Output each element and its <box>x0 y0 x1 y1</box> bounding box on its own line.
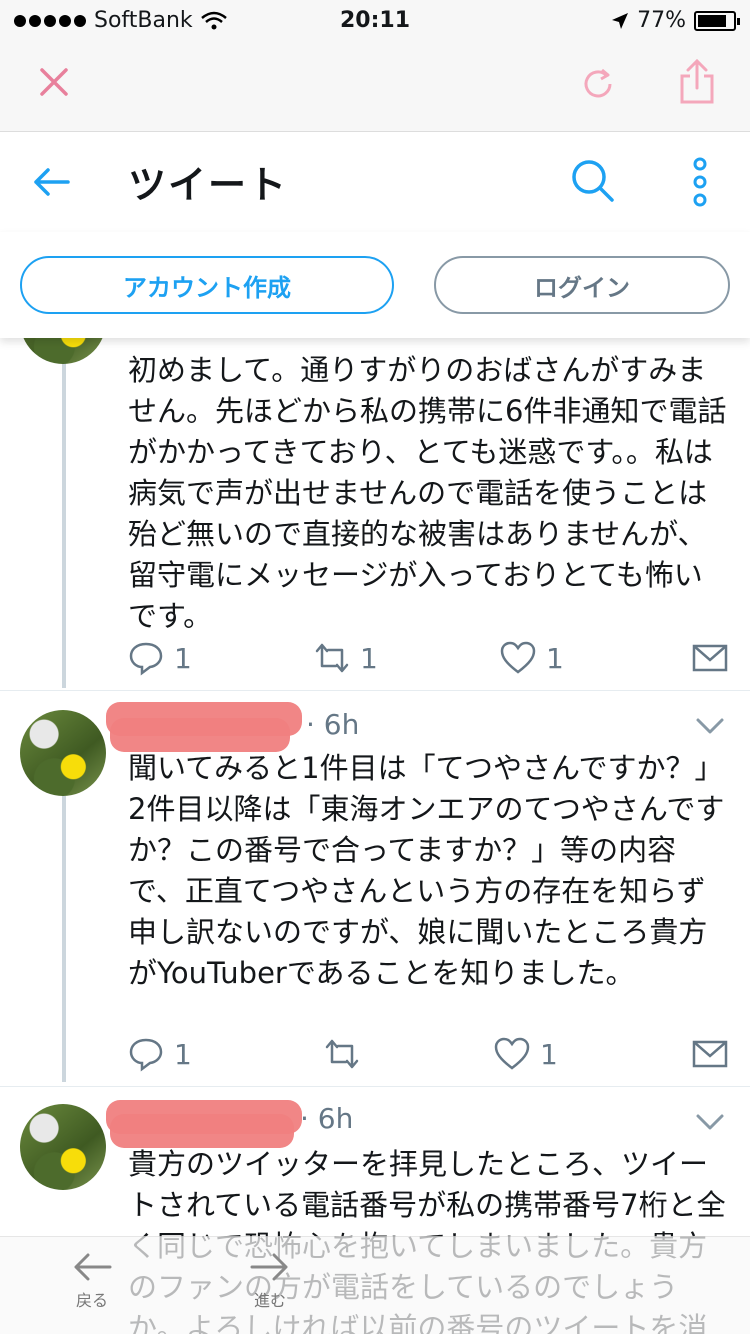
reload-icon[interactable] <box>576 62 620 106</box>
avatar[interactable] <box>20 710 106 796</box>
redacted-username <box>110 718 290 752</box>
auth-bar: アカウント作成 ログイン <box>0 232 750 338</box>
forward-arrow-icon <box>250 1253 288 1281</box>
like-button[interactable]: 1 <box>500 640 564 676</box>
battery-icon <box>694 10 740 31</box>
heart-icon <box>500 641 536 674</box>
like-count: 1 <box>540 1037 558 1071</box>
tweet-time: · 6h <box>306 708 360 741</box>
battery-fill <box>698 14 726 27</box>
reply-button[interactable]: 1 <box>128 1036 192 1072</box>
avatar[interactable] <box>20 1104 106 1190</box>
like-button[interactable]: 1 <box>494 1036 558 1072</box>
location-arrow-icon <box>612 12 629 29</box>
retweet-button[interactable]: 1 <box>314 640 378 676</box>
thread-line <box>62 338 66 688</box>
mail-icon <box>692 1040 728 1068</box>
tweet-text: 聞いてみると1件目は「てつやさんですか？」2件目以降は「東海オンエアのてつやさん… <box>128 751 725 990</box>
reply-count: 1 <box>174 641 192 675</box>
toolbar-back-label: 戻る <box>75 1291 108 1310</box>
heart-icon <box>494 1037 530 1070</box>
divider <box>0 690 750 691</box>
mail-icon <box>692 644 728 672</box>
battery-percent: 77% <box>637 8 686 33</box>
browser-bar <box>0 40 750 132</box>
toolbar-forward-button[interactable]: 進む <box>248 1247 292 1311</box>
page-title: ツイート <box>128 163 289 207</box>
reply-icon <box>129 1038 163 1072</box>
status-bar: SoftBank 20:11 77% <box>0 0 750 40</box>
reply-button[interactable]: 1 <box>128 640 192 676</box>
share-icon[interactable] <box>674 58 720 106</box>
login-button[interactable]: ログイン <box>434 256 730 314</box>
close-icon[interactable] <box>34 62 74 102</box>
tweet-text: 初めまして。通りすがりのおばさんがすみません。先ほどから私の携帯に6件非通知で電… <box>128 353 727 633</box>
chevron-down-icon[interactable] <box>694 716 726 736</box>
thread-line <box>62 796 66 1082</box>
dm-button[interactable] <box>692 640 728 676</box>
retweet-icon <box>325 1039 359 1069</box>
redacted-username <box>110 1114 294 1148</box>
retweet-icon <box>315 643 349 673</box>
toolbar-back-button[interactable]: 戻る <box>70 1247 114 1311</box>
like-count: 1 <box>546 641 564 675</box>
divider <box>0 1086 750 1087</box>
chevron-down-icon[interactable] <box>694 1112 726 1132</box>
browser-toolbar: 戻る 進む <box>0 1236 750 1334</box>
retweet-button[interactable] <box>324 1036 370 1072</box>
search-icon[interactable] <box>568 156 616 204</box>
back-arrow-icon[interactable] <box>30 160 74 204</box>
dm-button[interactable] <box>692 1036 728 1072</box>
signup-button[interactable]: アカウント作成 <box>20 256 394 314</box>
tweet-time: · 6h <box>300 1102 354 1135</box>
avatar[interactable] <box>20 338 106 364</box>
retweet-count: 1 <box>360 641 378 675</box>
tweet-actions: 1 1 <box>128 1036 728 1076</box>
reply-icon <box>129 642 163 676</box>
status-right: 77% <box>611 8 740 33</box>
page-header: ツイート <box>0 132 750 232</box>
back-arrow-icon <box>74 1253 112 1281</box>
reply-count: 1 <box>174 1037 192 1071</box>
tweet-actions: 1 1 1 <box>128 640 728 680</box>
tweet-feed[interactable]: 初めまして。通りすがりのおばさんがすみません。先ほどから私の携帯に6件非通知で電… <box>0 338 750 1334</box>
more-options-icon[interactable] <box>684 154 716 210</box>
toolbar-forward-label: 進む <box>253 1291 286 1310</box>
